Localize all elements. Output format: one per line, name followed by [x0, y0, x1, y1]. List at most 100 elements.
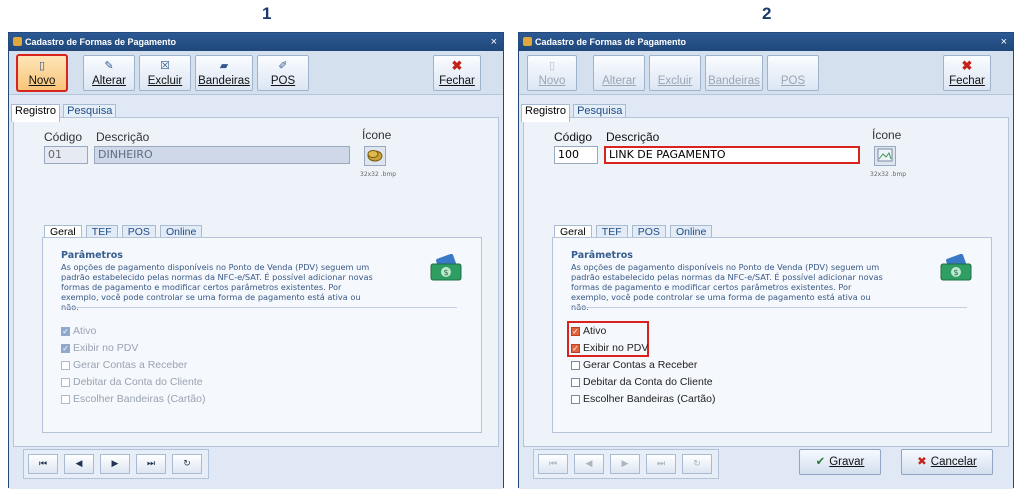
exibir-pdv-checkbox[interactable]: ✓ Exibir no PDV [61, 341, 138, 356]
codigo-label: Código [44, 130, 83, 144]
fechar-button[interactable]: ✖ Fechar [433, 55, 481, 91]
tab-registro[interactable]: Registro [521, 104, 570, 122]
payment-icon[interactable] [874, 146, 896, 166]
pos-terminal-icon: ✐ [278, 60, 288, 72]
record-navigator: ⏮ ◀ ▶ ⏭ ↻ [533, 449, 719, 479]
debitar-conta-checkbox[interactable]: Debitar da Conta do Cliente [571, 375, 713, 390]
check-icon: ✓ [61, 326, 70, 336]
delete-icon: ☒ [160, 60, 170, 72]
window-close-button[interactable]: × [491, 33, 497, 51]
card-brands-icon [706, 58, 762, 74]
edit-icon [594, 58, 644, 74]
parametros-title: Parâmetros [61, 250, 123, 261]
payment-icon[interactable] [364, 146, 386, 166]
gerar-contas-checkbox[interactable]: Gerar Contas a Receber [571, 358, 697, 373]
last-record-button[interactable]: ⏭ [646, 454, 676, 474]
main-tabs: Registro Pesquisa [11, 99, 117, 122]
money-icon: $ [430, 254, 462, 281]
payment-form-window-1: Cadastro de Formas de Pagamento × ▯ Novo… [8, 32, 504, 489]
icon-size-hint: 32x32 .bmp [360, 171, 397, 178]
cancelar-button[interactable]: ✖ Cancelar [901, 449, 993, 475]
refresh-button[interactable]: ↻ [682, 454, 712, 474]
descricao-field[interactable]: DINHEIRO [94, 146, 350, 164]
svg-text:$: $ [443, 268, 448, 277]
prev-record-button[interactable]: ◀ [64, 454, 94, 474]
excluir-button[interactable]: Excluir [649, 55, 701, 91]
ativo-checkbox[interactable]: ✓ Ativo [571, 324, 606, 339]
next-record-button[interactable]: ▶ [610, 454, 640, 474]
geral-panel: Parâmetros As opções de pagamento dispon… [552, 237, 992, 433]
gerar-contas-checkbox[interactable]: Gerar Contas a Receber [61, 358, 187, 373]
prev-record-button[interactable]: ◀ [574, 454, 604, 474]
card-brands-icon: ▰ [219, 60, 229, 72]
gravar-button[interactable]: ✔ Gravar [799, 449, 881, 475]
icon-size-hint: 32x32 .bmp [870, 171, 907, 178]
app-icon [523, 37, 532, 46]
excluir-button[interactable]: ☒ Excluir [139, 55, 191, 91]
step-number-1: 1 [262, 4, 272, 23]
window-title-bar: Cadastro de Formas de Pagamento × [9, 33, 503, 51]
separator [61, 307, 457, 308]
codigo-field[interactable]: 01 [44, 146, 88, 164]
bandeiras-button[interactable]: Bandeiras [705, 55, 763, 91]
refresh-button[interactable]: ↻ [172, 454, 202, 474]
payment-form-window-2: Cadastro de Formas de Pagamento × ▯ Novo… [518, 32, 1014, 489]
alterar-button[interactable]: Alterar [593, 55, 645, 91]
parametros-text: As opções de pagamento disponíveis no Po… [571, 262, 883, 312]
parametros-title: Parâmetros [571, 250, 633, 261]
check-icon: ✔ [815, 456, 826, 468]
codigo-field[interactable]: 100 [554, 146, 598, 164]
pos-button[interactable]: POS [767, 55, 819, 91]
cancel-icon: ✖ [917, 456, 927, 468]
first-record-button[interactable]: ⏮ [538, 454, 568, 474]
codigo-label: Código [554, 130, 593, 144]
image-placeholder-icon [877, 148, 893, 162]
descricao-label: Descrição [606, 130, 660, 144]
next-record-button[interactable]: ▶ [100, 454, 130, 474]
debitar-conta-checkbox[interactable]: Debitar da Conta do Cliente [61, 375, 203, 390]
new-file-icon: ▯ [548, 60, 556, 72]
window-title: Cadastro de Formas de Pagamento [535, 37, 687, 47]
tab-registro[interactable]: Registro [11, 104, 60, 122]
app-icon [13, 37, 22, 46]
inner-tabs: Geral TEF POS Online [44, 220, 203, 242]
bandeiras-button[interactable]: ▰ Bandeiras [195, 55, 253, 91]
check-icon: ✓ [571, 326, 580, 336]
descricao-field[interactable]: LINK DE PAGAMENTO [604, 146, 860, 164]
icone-label: Ícone [872, 128, 902, 142]
main-tabs: Registro Pesquisa [521, 99, 627, 122]
bottom-bar: ⏮ ◀ ▶ ⏭ ↻ ✔ Gravar ✖ Cancelar [519, 449, 1013, 489]
money-icon: $ [940, 254, 972, 281]
close-icon: ✖ [451, 58, 463, 73]
close-icon: ✖ [961, 58, 973, 73]
toolbar: ▯ Novo ✎ Alterar ☒ Excluir ▰ Bandeiras ✐… [9, 51, 503, 95]
last-record-button[interactable]: ⏭ [136, 454, 166, 474]
escolher-bandeiras-checkbox[interactable]: Escolher Bandeiras (Cartão) [61, 392, 205, 407]
registro-panel: Código Descrição Ícone 100 LINK DE PAGAM… [523, 117, 1009, 447]
delete-icon [650, 58, 700, 74]
pos-terminal-icon [768, 58, 818, 74]
registro-panel: Código Descrição Ícone 01 DINHEIRO 32x32… [13, 117, 499, 447]
novo-button[interactable]: ▯ Novo [527, 55, 577, 91]
separator [571, 307, 967, 308]
coins-icon [367, 150, 383, 162]
icone-label: Ícone [362, 128, 392, 142]
novo-button[interactable]: ▯ Novo [16, 54, 68, 92]
exibir-pdv-checkbox[interactable]: ✓ Exibir no PDV [571, 341, 648, 356]
svg-text:$: $ [953, 268, 958, 277]
ativo-checkbox[interactable]: ✓ Ativo [61, 324, 96, 339]
window-title-bar: Cadastro de Formas de Pagamento × [519, 33, 1013, 51]
first-record-button[interactable]: ⏮ [28, 454, 58, 474]
step-number-2: 2 [762, 4, 772, 23]
pos-button[interactable]: ✐ POS [257, 55, 309, 91]
check-icon: ✓ [61, 343, 70, 353]
alterar-button[interactable]: ✎ Alterar [83, 55, 135, 91]
window-title: Cadastro de Formas de Pagamento [25, 37, 177, 47]
bottom-bar: ⏮ ◀ ▶ ⏭ ↻ [9, 449, 503, 489]
edit-icon: ✎ [104, 60, 114, 72]
parametros-text: As opções de pagamento disponíveis no Po… [61, 262, 373, 312]
descricao-label: Descrição [96, 130, 150, 144]
window-close-button[interactable]: × [1001, 33, 1007, 51]
fechar-button[interactable]: ✖ Fechar [943, 55, 991, 91]
escolher-bandeiras-checkbox[interactable]: Escolher Bandeiras (Cartão) [571, 392, 715, 407]
